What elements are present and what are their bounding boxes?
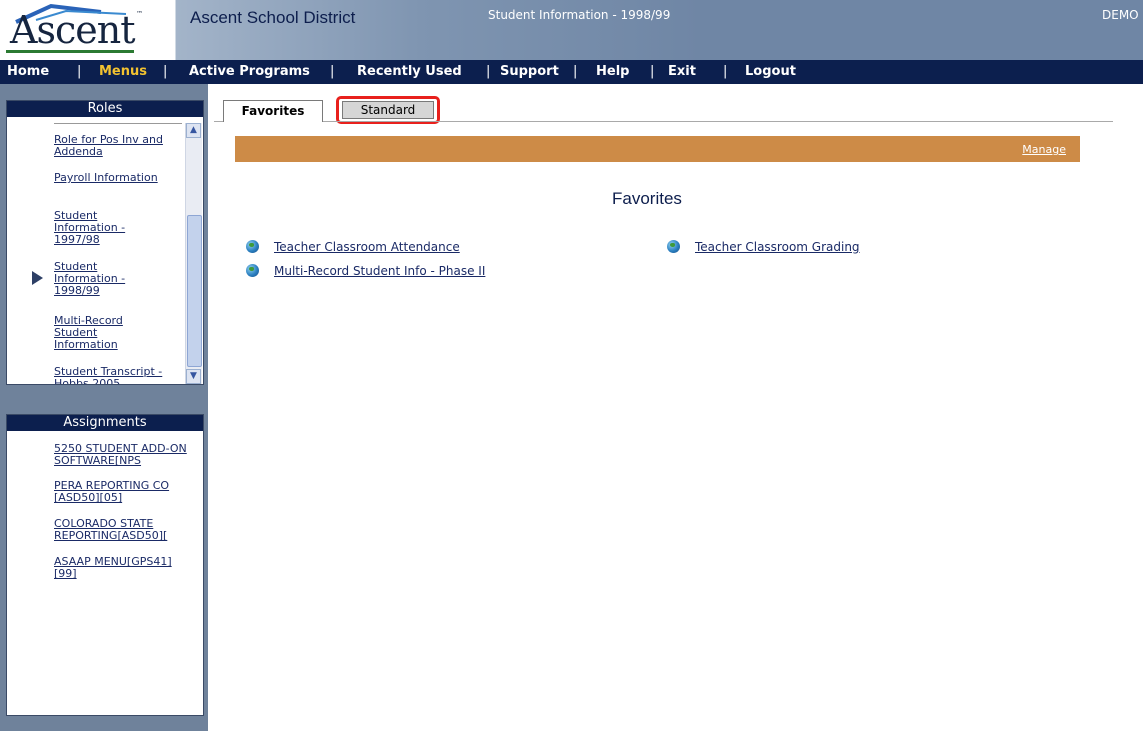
globe-icon	[667, 240, 680, 253]
roles-panel-title: Roles	[7, 101, 203, 117]
manage-link[interactable]: Manage	[1022, 143, 1066, 156]
nav-separator: |	[330, 64, 335, 79]
scroll-thumb[interactable]	[187, 215, 202, 367]
favorite-link-multi-record[interactable]: Multi-Record Student Info - Phase II	[274, 264, 485, 278]
nav-separator: |	[573, 64, 578, 79]
ascent-logo[interactable]: Ascent ™	[0, 0, 180, 60]
tab-favorites[interactable]: Favorites	[223, 100, 323, 122]
assignments-panel-title: Assignments	[7, 415, 203, 431]
current-role-title: Student Information - 1998/99	[488, 8, 671, 22]
clipped-role-item	[54, 117, 182, 124]
tab-baseline	[214, 121, 223, 122]
nav-separator: |	[486, 64, 491, 79]
tab-standard[interactable]: Standard	[342, 101, 434, 119]
nav-help[interactable]: Help	[596, 64, 629, 79]
nav-recently-used[interactable]: Recently Used	[357, 64, 462, 79]
nav-menus[interactable]: Menus	[99, 64, 147, 79]
main-nav: Home | Menus | Active Programs | Recentl…	[0, 60, 1143, 84]
nav-separator: |	[163, 64, 168, 79]
role-item-current[interactable]: Student Information - 1998/99	[54, 261, 154, 297]
assignment-item[interactable]: ASAAP MENU[GPS41] [99]	[54, 556, 194, 580]
app-header: Ascent ™ Ascent School District Student …	[0, 0, 1143, 60]
role-item[interactable]: Multi-Record Student Information	[54, 315, 144, 351]
nav-logout[interactable]: Logout	[745, 64, 796, 79]
role-item[interactable]: Student Transcript - Hobbs 2005	[54, 366, 178, 385]
nav-separator: |	[723, 64, 728, 79]
trademark-mark: ™	[136, 10, 143, 18]
current-role-arrow-icon	[32, 271, 43, 285]
logo-text: Ascent	[10, 8, 135, 52]
district-name: Ascent School District	[190, 8, 356, 27]
role-item[interactable]: Role for Pos Inv and Addenda	[54, 134, 182, 158]
roles-scrollbar[interactable]: ▲ ▼	[185, 123, 202, 384]
favorite-link-attendance[interactable]: Teacher Classroom Attendance	[274, 240, 460, 254]
globe-icon	[246, 264, 259, 277]
nav-active-programs[interactable]: Active Programs	[189, 64, 310, 79]
nav-separator: |	[77, 64, 82, 79]
scroll-up-icon[interactable]: ▲	[186, 123, 201, 138]
left-sidebar: Roles Role for Pos Inv and Addenda Payro…	[0, 84, 208, 731]
manage-bar: Manage	[235, 136, 1080, 162]
user-label: DEMO	[1102, 8, 1139, 22]
assignment-item[interactable]: 5250 STUDENT ADD-ON SOFTWARE[NPS	[54, 443, 194, 467]
assignment-item[interactable]: PERA REPORTING CO [ASD50][05]	[54, 480, 194, 504]
globe-icon	[246, 240, 259, 253]
scroll-down-icon[interactable]: ▼	[186, 369, 201, 384]
assignments-panel: Assignments 5250 STUDENT ADD-ON SOFTWARE…	[6, 414, 204, 716]
role-item[interactable]: Payroll Information	[54, 172, 182, 184]
role-item[interactable]: Student Information - 1997/98	[54, 210, 154, 246]
roles-panel: Roles Role for Pos Inv and Addenda Payro…	[6, 100, 204, 385]
nav-separator: |	[650, 64, 655, 79]
favorites-heading: Favorites	[612, 189, 682, 208]
assignment-item[interactable]: COLORADO STATE REPORTING[ASD50][	[54, 518, 194, 542]
tab-baseline	[323, 121, 1113, 122]
nav-home[interactable]: Home	[7, 64, 49, 79]
nav-exit[interactable]: Exit	[668, 64, 696, 79]
nav-support[interactable]: Support	[500, 64, 559, 79]
favorite-link-grading[interactable]: Teacher Classroom Grading	[695, 240, 860, 254]
logo-underline	[6, 50, 134, 53]
